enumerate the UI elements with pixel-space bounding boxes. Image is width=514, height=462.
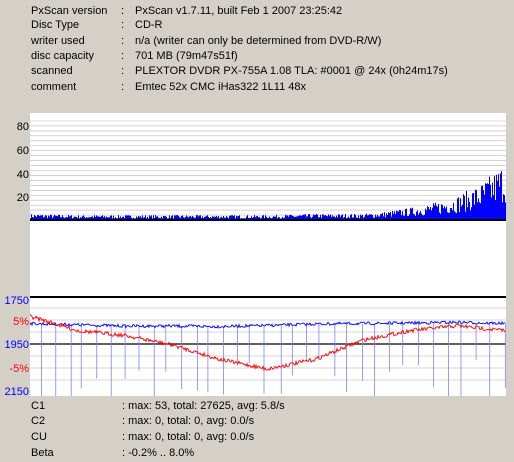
info-label: Disc Type: [31, 19, 80, 31]
y-tick-label: 80: [16, 121, 29, 133]
info-row-version: PxScan version : PxScan v1.7.11, built F…: [0, 4, 514, 18]
stat-row-c2: C2 : max: 0, total: 0, avg: 0.0/s: [0, 414, 514, 429]
info-row-scanned: scanned : PLEXTOR DVDR PX-755A 1.08 TLA:…: [0, 64, 514, 78]
jitter-tick-label: 1750: [4, 295, 29, 307]
y-tick-label: 20: [16, 192, 29, 204]
stat-row-c1: C1 : max: 53, total: 27625, avg: 5.8/s: [0, 399, 514, 414]
info-row-capacity: disc capacity : 701 MB (79m47s51f): [0, 49, 514, 63]
jitter-beta-plot-svg: [29, 296, 506, 406]
c1-chart: 80 60 40 20: [0, 113, 514, 221]
jitter-tick-label: 2150: [4, 386, 29, 398]
stat-row-cu: CU : max: 0, total: 0, avg: 0.0/s: [0, 430, 514, 445]
stat-label: CU: [31, 431, 47, 443]
stat-value: : max: 0, total: 0, avg: 0.0/s: [122, 415, 255, 427]
info-colon: :: [121, 65, 125, 77]
info-colon: :: [121, 35, 125, 47]
stat-value: : -0.2% .. 8.0%: [122, 447, 195, 459]
info-row-comment: comment : Emtec 52x CMC iHas322 1L11 48x: [0, 80, 514, 94]
info-label: writer used: [31, 35, 85, 47]
beta-tick-label: 5%: [13, 316, 29, 328]
disc-info-panel: PxScan version : PxScan v1.7.11, built F…: [0, 0, 514, 98]
info-value: 701 MB (79m47s51f): [135, 50, 238, 62]
c1-plot-area: [30, 113, 506, 221]
info-row-disc-type: Disc Type : CD-R: [0, 18, 514, 32]
jitter-beta-plot-area: [29, 296, 506, 406]
info-value: Emtec 52x CMC iHas322 1L11 48x: [135, 81, 306, 93]
info-colon: :: [121, 19, 125, 31]
stat-value: : max: 53, total: 27625, avg: 5.8/s: [122, 400, 285, 412]
info-value: n/a (writer can only be determined from …: [135, 35, 382, 47]
plot-spacer: [30, 221, 506, 296]
beta-tick-label: -5%: [9, 363, 29, 375]
scan-stats-panel: C1 : max: 53, total: 27625, avg: 5.8/s C…: [0, 399, 514, 462]
jitter-beta-chart: 1750 5% 1950 -5% 2150: [0, 295, 514, 406]
jitter-tick-label: 1950: [4, 339, 29, 351]
y-tick-label: 60: [16, 145, 29, 157]
info-label: comment: [31, 81, 77, 93]
info-label: scanned: [31, 65, 73, 77]
info-label: disc capacity: [31, 50, 94, 62]
info-colon: :: [121, 50, 125, 62]
stat-label: C1: [31, 400, 46, 412]
info-value: PLEXTOR DVDR PX-755A 1.08 TLA: #0001 @ 2…: [135, 65, 448, 77]
info-label: PxScan version: [31, 5, 108, 17]
stat-label: Beta: [31, 447, 54, 459]
info-value: CD-R: [135, 19, 163, 31]
stat-value: : max: 0, total: 0, avg: 0.0/s: [122, 431, 255, 443]
info-colon: :: [121, 5, 125, 17]
stat-label: C2: [31, 415, 46, 427]
info-colon: :: [121, 81, 125, 93]
jitter-spikes: [41, 322, 506, 406]
info-row-writer: writer used : n/a (writer can only be de…: [0, 34, 514, 48]
stat-row-beta: Beta : -0.2% .. 8.0%: [0, 446, 514, 461]
info-value: PxScan v1.7.11, built Feb 1 2007 23:25:4…: [135, 5, 343, 17]
c1-plot-svg: [30, 120, 506, 221]
c1-series: [30, 171, 506, 220]
y-tick-label: 40: [16, 169, 29, 181]
